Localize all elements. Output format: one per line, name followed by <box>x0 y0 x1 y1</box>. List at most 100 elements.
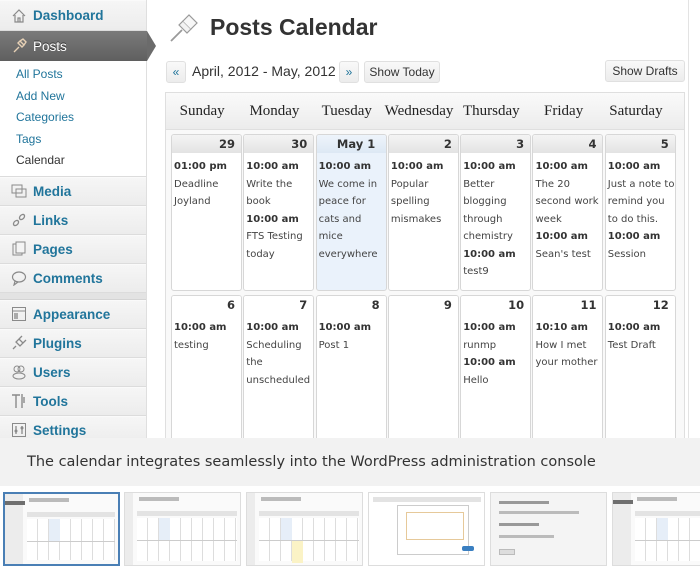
post-time: 10:00 am <box>607 322 661 333</box>
calendar-day[interactable]: 10 10:00 am runmp 10:00 am Hello <box>460 295 532 438</box>
calendar-day[interactable]: 12 10:00 am Test Draft <box>604 295 676 438</box>
submenu-item-tags[interactable]: Tags <box>16 129 146 151</box>
thumbnail-5[interactable] <box>490 492 607 566</box>
post-title-link[interactable]: Sean's test <box>535 246 602 264</box>
post-time: 10:00 am <box>246 322 299 333</box>
post-time: 10:00 am <box>607 161 661 172</box>
post-title-link[interactable]: Write the book <box>246 176 313 211</box>
submenu-item-calendar[interactable]: Calendar <box>16 150 146 172</box>
sidebar-item-label: Settings <box>33 422 87 438</box>
menu-separator <box>0 292 146 300</box>
post-title-link[interactable]: Better blogging through chemistry <box>463 176 530 246</box>
post-title-link[interactable]: Session <box>608 246 675 264</box>
calendar-day[interactable]: 6 10:00 am testing <box>171 295 242 438</box>
calendar-day-today[interactable]: May 1 10:00 am We come in peace for cats a… <box>315 134 387 291</box>
sidebar-item-pages[interactable]: Pages <box>0 234 146 264</box>
calendar-day[interactable]: 3 10:00 am Better blogging through chemist… <box>460 134 532 291</box>
post-title-link[interactable]: Post 1 <box>319 337 386 355</box>
calendar-day[interactable]: 5 10:00 am Just a note to remind you to do… <box>604 134 676 291</box>
day-header: Tuesday <box>321 103 372 119</box>
submenu-item-categories[interactable]: Categories <box>16 107 146 129</box>
sidebar-item-links[interactable]: Links <box>0 205 146 235</box>
post-time: 10:00 am <box>607 231 661 242</box>
pages-icon <box>10 241 27 258</box>
post-time: 10:00 am <box>246 213 299 225</box>
post-title-link[interactable]: Test Draft <box>608 337 675 355</box>
day-number: 3 <box>461 135 531 153</box>
calendar-day[interactable]: 30 10:00 am Write the book 10:00 am FTS Test… <box>243 134 315 291</box>
sidebar-item-users[interactable]: Users <box>0 357 146 387</box>
page-header: Posts Calendar <box>168 10 377 44</box>
sidebar-item-appearance[interactable]: Appearance <box>0 299 146 329</box>
day-header-row: Sunday Monday Tuesday Wednesday Thursday Frid… <box>166 93 684 130</box>
calendar-day[interactable]: 9 <box>387 295 459 438</box>
previous-period-button[interactable]: « <box>166 61 186 83</box>
post-time: 10:00 am <box>390 161 444 172</box>
post-title-link[interactable]: Hello <box>463 372 530 390</box>
post-time: 10:10 am <box>535 322 588 333</box>
screenshot-frame: Dashboard Posts All Posts Add New Catego… <box>0 0 700 438</box>
pushpin-icon <box>168 10 202 44</box>
calendar-navigation: « April, 2012 - May, 2012 » Show Today S… <box>165 60 685 84</box>
thumbnail-1[interactable] <box>3 492 120 566</box>
sidebar-item-label: Links <box>33 212 69 228</box>
post-title-link[interactable]: Deadline Joyland <box>174 176 241 211</box>
post-time: 10:00 am <box>318 322 372 333</box>
show-drafts-button[interactable]: Show Drafts <box>605 60 685 82</box>
calendar-day[interactable]: 11 10:10 am How I met your mother <box>532 295 604 438</box>
sidebar-item-plugins[interactable]: Plugins <box>0 328 146 358</box>
show-today-button[interactable]: Show Today <box>364 61 440 83</box>
day-number: 8 <box>316 296 386 314</box>
post-time: 10:00 am <box>463 357 516 368</box>
post-title-link[interactable]: testing <box>174 337 241 355</box>
day-number: 29 <box>172 135 241 153</box>
thumbnail-4[interactable] <box>368 492 485 566</box>
calendar-day[interactable]: 2 10:00 am Popular spelling mismakes <box>387 134 459 291</box>
sidebar-item-posts[interactable]: Posts <box>0 31 156 61</box>
sidebar-item-label: Comments <box>33 270 103 286</box>
day-posts: 10:00 am testing <box>172 314 241 354</box>
home-icon <box>10 7 27 24</box>
calendar-day[interactable]: 8 10:00 am Post 1 <box>315 295 387 438</box>
sidebar-item-label: Users <box>33 364 71 380</box>
post-title-link[interactable]: test9 <box>463 263 530 281</box>
thumbnail-2[interactable] <box>124 492 241 566</box>
post-title-link[interactable]: runmp <box>463 337 530 355</box>
calendar-week: 29 01:00 pm Deadline Joyland 30 10:00 am Writ… <box>171 134 677 291</box>
thumbnail-6[interactable] <box>612 492 700 566</box>
sidebar-item-label: Tools <box>33 393 68 409</box>
comment-icon <box>10 270 27 287</box>
calendar-day[interactable]: 4 10:00 am The 20 second work week 10:00 am… <box>532 134 604 291</box>
day-number: 12 <box>605 296 675 314</box>
sidebar-item-dashboard[interactable]: Dashboard <box>0 0 146 31</box>
day-posts <box>389 314 458 319</box>
post-title-link[interactable]: We come in peace for cats and mice every… <box>319 176 386 264</box>
sidebar-item-media[interactable]: Media <box>0 176 146 206</box>
post-time: 10:00 am <box>463 248 516 260</box>
submenu-item-add-new[interactable]: Add New <box>16 86 146 108</box>
day-posts: 10:10 am How I met your mother <box>533 314 602 372</box>
day-number: May 1 <box>316 135 386 153</box>
post-title-link[interactable]: Scheduling the unscheduled <box>246 337 313 390</box>
calendar-week: 6 10:00 am testing 7 10:00 am Scheduling the … <box>171 295 677 438</box>
day-header: Sunday <box>179 103 225 119</box>
sidebar-item-comments[interactable]: Comments <box>0 263 146 293</box>
post-title-link[interactable]: Just a note to remind you to do this. <box>608 176 675 229</box>
sidebar-item-settings[interactable]: Settings <box>0 415 146 438</box>
post-time: 10:00 am <box>318 161 372 172</box>
next-period-button[interactable]: » <box>339 61 359 83</box>
day-header: Friday <box>544 103 584 119</box>
post-title-link[interactable]: The 20 second work week <box>535 176 602 229</box>
post-time: 10:00 am <box>463 322 516 333</box>
plugin-icon <box>10 335 27 352</box>
thumbnail-3[interactable] <box>246 492 363 566</box>
calendar-day[interactable]: 7 10:00 am Scheduling the unscheduled <box>243 295 315 438</box>
sidebar-item-tools[interactable]: Tools <box>0 386 146 416</box>
submenu-item-all-posts[interactable]: All Posts <box>16 64 146 86</box>
post-title-link[interactable]: FTS Testing today <box>246 228 313 263</box>
post-title-link[interactable]: How I met your mother <box>535 337 602 372</box>
post-title-link[interactable]: Popular spelling mismakes <box>391 176 458 229</box>
post-time: 01:00 pm <box>174 161 227 172</box>
calendar-day[interactable]: 29 01:00 pm Deadline Joyland <box>171 134 242 291</box>
appearance-icon <box>10 306 27 323</box>
